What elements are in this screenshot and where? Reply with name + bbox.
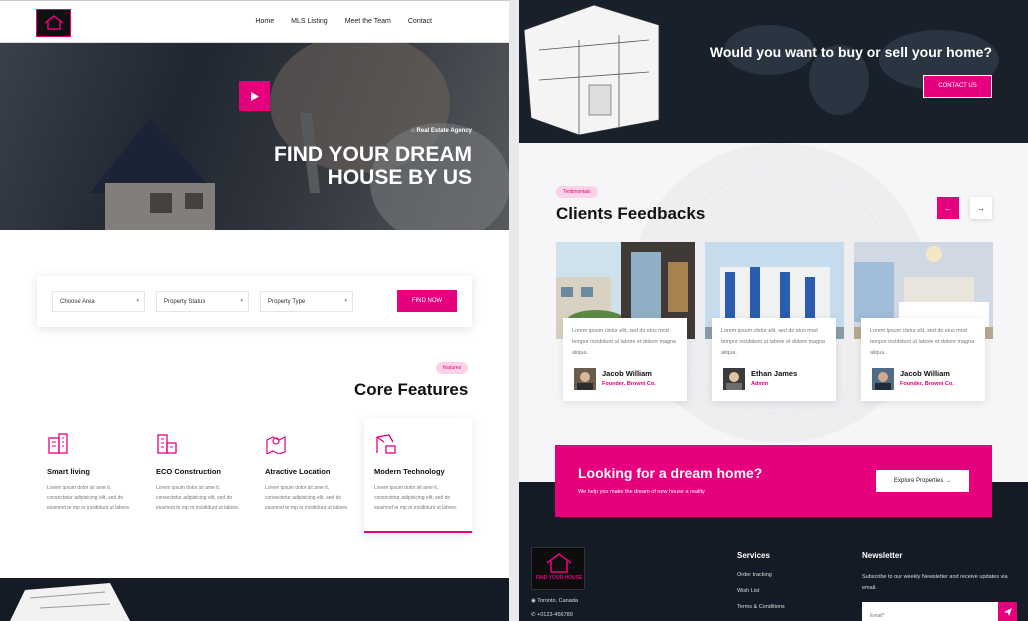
next-arrow-button[interactable]: → xyxy=(970,197,992,219)
services-heading: Services xyxy=(737,551,770,560)
feature-title: Smart living xyxy=(47,467,90,476)
contact-us-button[interactable]: CONTACT US xyxy=(923,75,992,98)
testimonial-body: Lorem ipsum cletur elit, sed do eius mod… xyxy=(861,318,985,401)
testimonial-role: Founder, Browni Co. xyxy=(900,381,954,387)
avatar xyxy=(723,368,745,390)
footer-location: ◉ Toronto, Canada xyxy=(531,598,578,604)
testimonial-name: Jacob William xyxy=(602,369,652,378)
testimonial-quote: Lorem ipsum cletur elit, sed do eius mod… xyxy=(572,328,676,356)
testimonial-role: Admin xyxy=(751,381,769,387)
footer-phone-text: +0123-456789 xyxy=(537,612,573,618)
footer-link-order-tracking[interactable]: Order tracking xyxy=(737,572,772,578)
dream-home-banner: Looking for a dream home? We help you ma… xyxy=(555,445,992,517)
testimonial-body: Lorem ipsum cletur elit, sed do eius mod… xyxy=(563,318,687,401)
choose-area-select[interactable]: Choose Area ▾ xyxy=(52,291,145,312)
property-type-select[interactable]: Property Type ▾ xyxy=(260,291,353,312)
feature-title: Atractive Location xyxy=(265,467,331,476)
feature-card-active[interactable]: Modern Technology Lorem ipsum dolor sit … xyxy=(364,418,472,533)
footer-logo[interactable]: FIND YOUR HOUSE xyxy=(531,547,585,590)
eco-building-icon xyxy=(157,434,177,454)
newsletter-desc: Subscribe to our weekly Newsletter and r… xyxy=(862,574,1008,591)
site-logo[interactable] xyxy=(36,9,71,37)
feature-title: Modern Technology xyxy=(374,467,445,476)
nav-home[interactable]: Home xyxy=(255,18,274,25)
testimonials-pill: Testimonials xyxy=(556,186,598,198)
footer-link-wish-list[interactable]: Wish List xyxy=(737,588,759,594)
feature-desc: Lorem ipsum dolor sit ame it, consectetu… xyxy=(374,485,458,511)
feature-desc: Lorem ipsum dolor sit ame it, consectetu… xyxy=(47,485,131,511)
testimonial-name: Jacob William xyxy=(900,369,950,378)
house-logo-icon xyxy=(546,553,572,573)
core-features-title: Core Features xyxy=(354,380,469,399)
newsletter-submit-button[interactable] xyxy=(998,602,1017,621)
feature-card[interactable]: Atractive Location Lorem ipsum dolor sit… xyxy=(255,418,363,533)
testimonial-card: Lorem ipsum cletur elit, sed do eius mod… xyxy=(556,242,695,402)
testimonial-role: Founder, Browni Co. xyxy=(602,381,656,387)
features-pill: features xyxy=(436,362,469,374)
chevron-down-icon: ▾ xyxy=(136,298,139,304)
hero-tag: ⌂ Real Estate Agency xyxy=(411,128,472,134)
testimonial-quote: Lorem ipsum cletur elit, sed do eius mod… xyxy=(870,328,974,356)
testimonial-card: Lorem ipsum cletur elit, sed do eius mod… xyxy=(705,242,844,402)
avatar xyxy=(872,368,894,390)
footer-phone[interactable]: ✆ +0123-456789 xyxy=(531,612,573,618)
chevron-down-icon: ▾ xyxy=(344,298,347,304)
footer-link-terms[interactable]: Terms & Conditions xyxy=(737,604,785,610)
prev-arrow-button[interactable]: ← xyxy=(937,197,959,219)
buildings-icon xyxy=(48,433,68,454)
testimonial-name: Ethan James xyxy=(751,369,798,378)
dream-desc: We help you make the dream of new house … xyxy=(578,489,705,495)
find-now-button[interactable]: FIND NOW xyxy=(397,290,457,312)
map-pin-icon xyxy=(266,436,286,454)
footer-logo-text: FIND YOUR HOUSE xyxy=(535,575,583,581)
property-status-select[interactable]: Property Status ▾ xyxy=(156,291,249,312)
feature-desc: Lorem ipsum dolor sit ame it, consectetu… xyxy=(156,485,240,511)
hero-overlay xyxy=(0,43,509,230)
hero-title: FIND YOUR DREAM HOUSE BY US xyxy=(274,143,472,189)
feature-title: ECO Construction xyxy=(156,467,221,476)
clients-feedbacks-title: Clients Feedbacks xyxy=(556,204,706,223)
hero-tag-label: Real Estate Agency xyxy=(416,128,472,134)
testimonial-quote: Lorem ipsum cletur elit, sed do eius mod… xyxy=(721,328,825,356)
dream-title: Looking for a dream home? xyxy=(578,465,763,481)
main-nav: Home MLS Listing Meet the Team Contact xyxy=(255,18,432,25)
world-map-backdrop xyxy=(523,4,999,136)
property-status-label: Property Status xyxy=(164,299,206,305)
feature-card[interactable]: Smart living Lorem ipsum dolor sit ame i… xyxy=(37,418,145,533)
feature-card[interactable]: ECO Construction Lorem ipsum dolor sit a… xyxy=(146,418,254,533)
hero-banner: ⌂ Real Estate Agency FIND YOUR DREAM HOU… xyxy=(0,43,509,230)
site-header: Home MLS Listing Meet the Team Contact xyxy=(0,0,509,43)
play-icon xyxy=(250,91,259,101)
property-type-label: Property Type xyxy=(268,299,306,305)
sell-home-cta: Would you want to buy or sell your home?… xyxy=(519,0,1028,143)
newsletter-heading: Newsletter xyxy=(862,551,903,560)
choose-area-label: Choose Area xyxy=(60,299,95,305)
avatar xyxy=(574,368,596,390)
left-page: Home MLS Listing Meet the Team Contact ⌂… xyxy=(0,0,509,621)
building-illustration xyxy=(10,583,130,621)
nav-meet-the-team[interactable]: Meet the Team xyxy=(345,18,391,25)
property-search: Choose Area ▾ Property Status ▾ Property T… xyxy=(37,276,472,327)
testimonial-body: Lorem ipsum cletur elit, sed do eius mod… xyxy=(712,318,836,401)
testimonial-card: Lorem ipsum cletur elit, sed do eius mod… xyxy=(854,242,993,402)
feature-desc: Lorem ipsum dolor sit ame it, consectetu… xyxy=(265,485,349,511)
play-video-button[interactable] xyxy=(239,81,270,111)
explore-properties-button[interactable]: Explore Properties → xyxy=(876,470,969,492)
nav-contact[interactable]: Contact xyxy=(408,18,432,25)
next-section-preview xyxy=(0,578,509,621)
crane-icon xyxy=(376,434,396,454)
newsletter-email-input[interactable] xyxy=(862,602,998,621)
house-logo-icon xyxy=(44,15,63,30)
chevron-down-icon: ▾ xyxy=(240,298,243,304)
footer-location-text: Toronto, Canada xyxy=(537,598,578,604)
right-page: Would you want to buy or sell your home?… xyxy=(519,0,1028,621)
send-icon xyxy=(1003,607,1012,616)
nav-mls-listing[interactable]: MLS Listing xyxy=(291,18,328,25)
cta-title: Would you want to buy or sell your home? xyxy=(709,44,992,60)
